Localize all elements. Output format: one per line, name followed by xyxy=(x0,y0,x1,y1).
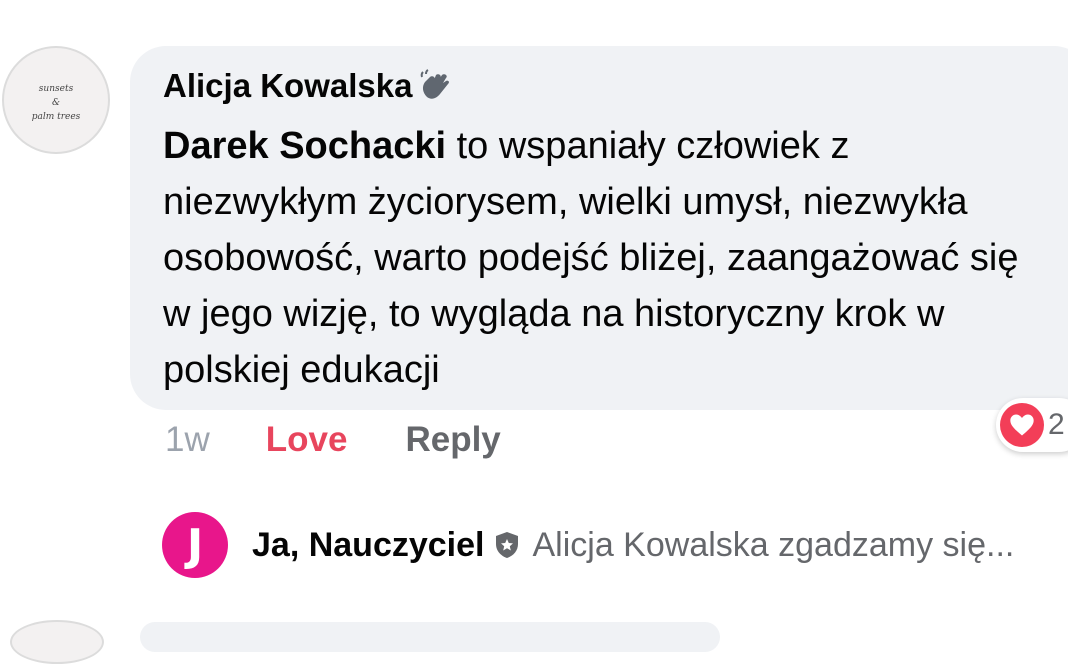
waving-hand-icon xyxy=(418,69,452,103)
reaction-count: 2 xyxy=(1048,408,1065,441)
comment-body: Darek Sochacki to wspaniały człowiek z n… xyxy=(163,118,1053,398)
shield-badge-icon xyxy=(492,530,522,560)
reply-author-avatar[interactable]: J xyxy=(162,512,228,578)
heart-icon xyxy=(1000,403,1044,447)
comment-author-name[interactable]: Alicja Kowalska xyxy=(163,64,412,108)
reaction-summary[interactable]: 2 xyxy=(996,398,1068,452)
comment-actions: 1w Love Reply xyxy=(165,416,501,464)
next-comment-avatar[interactable] xyxy=(10,620,104,664)
reply-preview-row[interactable]: J Ja, Nauczyciel Alicja Kowalska zgadzam… xyxy=(162,510,1068,580)
reply-button[interactable]: Reply xyxy=(405,416,500,464)
avatar-logo: sunsets & palm trees xyxy=(31,84,81,122)
commenter-avatar[interactable]: sunsets & palm trees xyxy=(2,46,110,154)
comment-timestamp[interactable]: 1w xyxy=(165,416,210,464)
mention-link[interactable]: Darek Sochacki xyxy=(163,125,446,167)
reply-author-name[interactable]: Ja, Nauczyciel xyxy=(252,526,484,565)
reply-preview-text: Alicja Kowalska zgadzamy się... xyxy=(532,525,1015,564)
love-reaction-button[interactable]: Love xyxy=(266,416,348,464)
comment-author[interactable]: Alicja Kowalska xyxy=(163,64,452,108)
next-comment-bubble xyxy=(140,622,720,652)
